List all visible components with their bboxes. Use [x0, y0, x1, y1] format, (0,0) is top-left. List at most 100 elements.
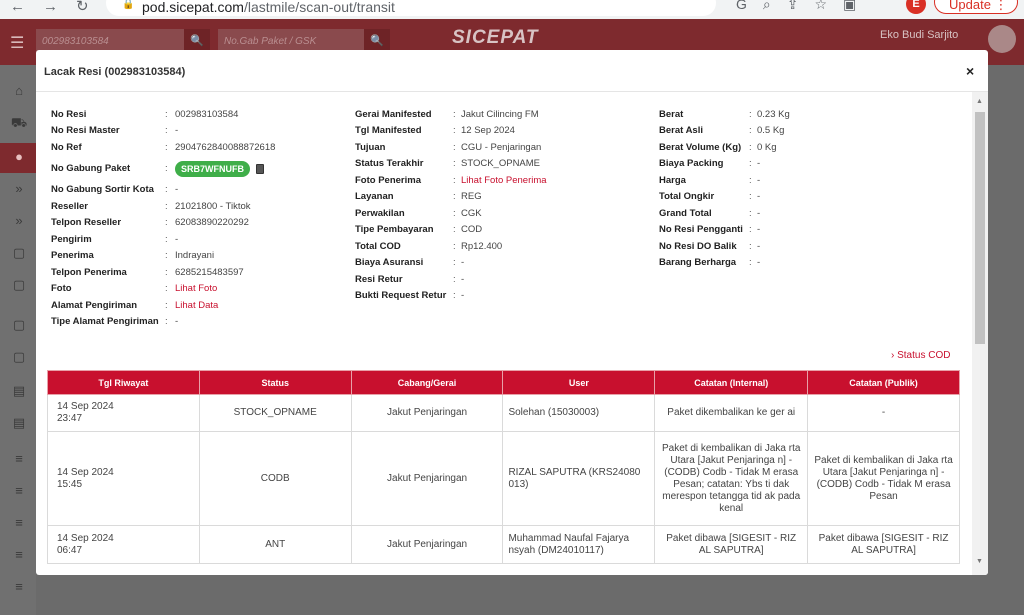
modal-scrollbar[interactable]: ▲ ▼ [972, 92, 988, 575]
box-icon[interactable]: ▢ [10, 317, 28, 335]
google-icon[interactable]: G [736, 0, 747, 13]
reload-icon[interactable]: ↻ [76, 0, 89, 14]
date-text: 14 Sep 2024 [57, 401, 114, 412]
share-icon[interactable]: ⇪ [787, 0, 799, 13]
info-column-2: Gerai Manifested: Jakut Cilincing FM Tgl … [355, 106, 547, 304]
list-icon[interactable]: ≡ [10, 579, 28, 597]
cell-status: CODB [198, 431, 352, 526]
info-label: No Resi Master [51, 125, 120, 137]
info-label: Berat Asli [659, 125, 703, 137]
info-value: - [757, 174, 761, 186]
date-text: 14 Sep 2024 [57, 532, 114, 544]
boxes-icon[interactable]: ▤ [10, 415, 28, 433]
info-row-telpon-penerima: Telpon Penerima:6285215483597 [51, 266, 244, 278]
list-icon[interactable]: ≡ [10, 515, 28, 533]
cell-status: STOCK_OPNAME [198, 394, 352, 432]
info-label: Bukti Request Retur [355, 290, 447, 302]
info-row-perwakilan: Perwakilan: CGK [355, 207, 482, 219]
info-row-total-ongkir: Total Ongkir: - [659, 191, 761, 203]
list-icon[interactable]: ≡ [10, 547, 28, 565]
list-icon[interactable]: ≡ [10, 451, 28, 469]
cell-catatan-internal: Paket di kembalikan di Jaka rta Utara [J… [654, 431, 809, 526]
cell-user: RIZAL SAPUTRA (KRS24080 013) [502, 431, 656, 526]
info-row-status-terakhir: Status Terakhir: STOCK_OPNAME [355, 158, 541, 170]
forward-icon[interactable]: → [43, 0, 58, 14]
box-icon[interactable]: ▢ [10, 277, 28, 295]
info-value: STOCK_OPNAME [461, 158, 541, 170]
cell-catatan-internal: Paket dikembalikan ke ger ai [654, 394, 809, 432]
profile-avatar[interactable]: E [906, 0, 926, 14]
scroll-down-icon[interactable]: ▼ [976, 558, 983, 565]
info-row-grand-total: Grand Total: - [659, 207, 761, 219]
info-label: Tipe Pembayaran [355, 224, 434, 236]
lihat-foto-penerima-link[interactable]: Lihat Foto Penerima [461, 175, 547, 186]
cell-date: 14 Sep 2024 06:47 [47, 525, 200, 564]
info-row-no-resi-do-balik: No Resi DO Balik: - [659, 240, 761, 252]
scroll-up-icon[interactable]: ▲ [976, 98, 983, 105]
info-value: COD [461, 224, 483, 236]
home-icon[interactable]: ⌂ [10, 83, 28, 101]
info-value: - [757, 257, 761, 269]
box-icon[interactable]: ▢ [10, 245, 28, 263]
info-label: No Gabung Sortir Kota [51, 184, 154, 196]
gabung-paket-badge[interactable]: SRB7WFNUFB [175, 160, 250, 177]
info-label: Resi Retur [355, 273, 403, 285]
info-value: - [461, 290, 465, 302]
chevron-double-down-icon[interactable]: » [10, 181, 28, 199]
truck-icon[interactable]: ⛟ [10, 115, 28, 133]
scrollbar-thumb[interactable] [975, 112, 985, 344]
copy-icon[interactable] [256, 163, 264, 174]
info-row-no-gabung-paket: No Gabung Paket: SRB7WFNUFB [51, 156, 275, 182]
cell-status: ANT [198, 525, 352, 564]
boxes-icon[interactable]: ▤ [10, 383, 28, 401]
info-value: - [757, 158, 761, 170]
info-row-total-cod: Total COD: Rp12.400 [355, 240, 503, 252]
user-name[interactable]: Eko Budi Sarjito [880, 29, 958, 41]
status-cod-link[interactable]: › Status COD [891, 350, 950, 361]
user-avatar[interactable] [988, 25, 1016, 53]
info-label: Layanan [355, 191, 394, 203]
box-icon[interactable]: ▢ [10, 349, 28, 367]
info-value: 12 Sep 2024 [461, 125, 515, 137]
info-value: - [461, 257, 465, 269]
url-path: /lastmile/scan-out/transit [243, 0, 395, 15]
info-value: CGU - Penjaringan [461, 141, 542, 153]
lihat-data-link[interactable]: Lihat Data [175, 300, 218, 311]
info-value: Indrayani [175, 250, 215, 262]
info-row-no-resi-master: No Resi Master: - [51, 125, 179, 137]
list-icon[interactable]: ≡ [10, 483, 28, 501]
info-row-alamat-pengiriman: Alamat Pengiriman: Lihat Data [51, 299, 219, 311]
bookmark-star-icon[interactable]: ☆ [814, 0, 827, 13]
hamburger-menu-icon[interactable]: ☰ [10, 33, 24, 53]
info-value: CGK [461, 207, 482, 219]
info-row-no-gabung-sortir-kota: No Gabung Sortir Kota: - [51, 184, 179, 196]
info-label: Tujuan [355, 141, 386, 153]
info-value: - [757, 240, 761, 252]
modal-title: Lacak Resi (002983103584) [44, 66, 186, 78]
table-row: 14 Sep 2024 15:45 CODB Jakut Penjaringan … [47, 431, 960, 526]
cell-cabang: Jakut Penjaringan [350, 431, 504, 526]
info-row-berat: Berat:0.23 Kg [659, 108, 790, 120]
lihat-foto-link[interactable]: Lihat Foto [175, 283, 217, 294]
info-label: Grand Total [659, 207, 712, 219]
info-row-no-resi-pengganti: No Resi Pengganti: - [659, 224, 761, 236]
info-label: Foto Penerima [355, 174, 421, 186]
chevron-double-down-icon[interactable]: » [10, 213, 28, 231]
info-label: Biaya Asuransi [355, 257, 424, 269]
info-value: Jakut Cilincing FM [461, 108, 539, 120]
date-text: 14 Sep 2024 [57, 466, 114, 478]
info-row-resi-retur: Resi Retur: - [355, 273, 465, 285]
address-bar[interactable]: 🔒 pod.sicepat.com/lastmile/scan-out/tran… [106, 0, 716, 16]
location-icon[interactable]: ● [10, 149, 28, 167]
cell-date: 14 Sep 2024 15:45 [47, 431, 200, 526]
back-icon[interactable]: ← [10, 0, 25, 14]
lacak-resi-modal: Lacak Resi (002983103584) × No Resi:0029… [36, 50, 988, 575]
close-icon[interactable]: × [966, 63, 974, 79]
cell-catatan-internal: Paket dibawa [SIGESIT - RIZ AL SAPUTRA] [654, 525, 809, 564]
update-button[interactable]: Update ⋮ [934, 0, 1018, 14]
info-label: Gerai Manifested [355, 108, 432, 120]
zoom-icon[interactable]: ⌕ [763, 0, 771, 13]
sidepanel-icon[interactable]: ▣ [843, 0, 856, 13]
table-row: 14 Sep 2024 06:47 ANT Jakut Penjaringan M… [47, 525, 960, 564]
time-text: 23:47 [57, 413, 83, 424]
